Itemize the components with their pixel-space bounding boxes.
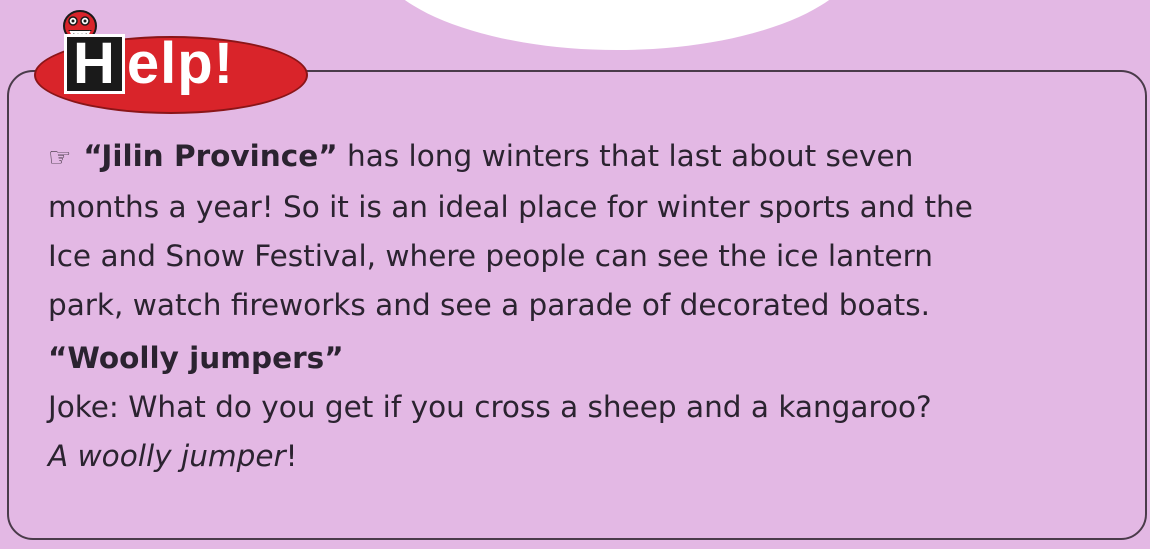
joke-line: Joke: What do you get if you cross a she… — [48, 390, 932, 424]
pointing-hand-icon: ☞ — [48, 143, 72, 173]
paragraph-jilin-line1: ☞ “Jilin Province” has long winters that … — [48, 132, 1128, 183]
paragraph-jilin-line2: months a year! So it is an ideal place f… — [48, 190, 973, 224]
joke-answer-line: A woolly jumper! — [48, 432, 1128, 481]
help-title: Help! — [64, 30, 234, 120]
paragraph-jilin-line3: Ice and Snow Festival, where people can … — [48, 239, 933, 273]
joke-answer-end: ! — [285, 439, 298, 473]
help-content: ☞ “Jilin Province” has long winters that … — [48, 132, 1128, 481]
help-title-first-letter: H — [64, 34, 125, 94]
paragraph-jilin-line4: park, watch fireworks and see a parade o… — [48, 288, 930, 322]
joke-answer: A woolly jumper — [48, 439, 286, 473]
term-jilin: “Jilin Province” — [83, 139, 338, 173]
top-decoration — [372, 0, 862, 50]
help-title-rest: elp! — [126, 31, 235, 96]
jilin-text-line1: has long winters that last about seven — [337, 139, 914, 173]
term-woolly: “Woolly jumpers” — [48, 341, 344, 375]
